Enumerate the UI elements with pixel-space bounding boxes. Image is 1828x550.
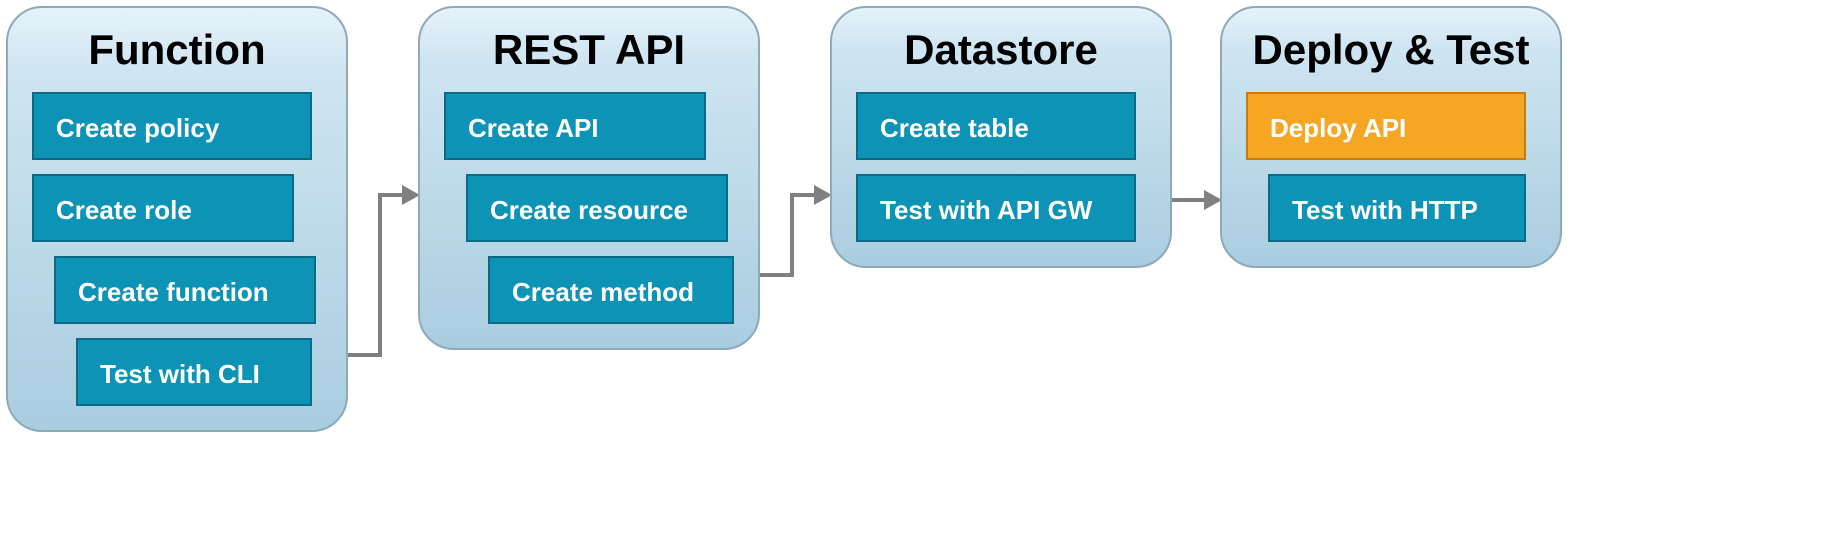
- stage-title: Deploy & Test: [1246, 26, 1536, 74]
- stage-title: Datastore: [856, 26, 1146, 74]
- stage-card-rest-api: REST API Create API Create resource Crea…: [418, 6, 760, 350]
- arrow-3: [1172, 180, 1224, 220]
- stage-card-deploy-test: Deploy & Test Deploy API Test with HTTP: [1220, 6, 1562, 268]
- step-create-function: Create function: [54, 256, 316, 324]
- step-create-table: Create table: [856, 92, 1136, 160]
- step-create-api: Create API: [444, 92, 706, 160]
- stage-title: REST API: [444, 26, 734, 74]
- step-create-method: Create method: [488, 256, 734, 324]
- stage-card-function: Function Create policy Create role Creat…: [6, 6, 348, 432]
- step-test-with-cli: Test with CLI: [76, 338, 312, 406]
- step-create-policy: Create policy: [32, 92, 312, 160]
- stage-title: Function: [32, 26, 322, 74]
- arrow-1: [348, 160, 422, 370]
- arrow-2: [760, 160, 834, 300]
- step-create-resource: Create resource: [466, 174, 728, 242]
- step-create-role: Create role: [32, 174, 294, 242]
- step-test-with-http: Test with HTTP: [1268, 174, 1526, 242]
- step-deploy-api: Deploy API: [1246, 92, 1526, 160]
- step-test-with-api-gw: Test with API GW: [856, 174, 1136, 242]
- stage-card-datastore: Datastore Create table Test with API GW: [830, 6, 1172, 268]
